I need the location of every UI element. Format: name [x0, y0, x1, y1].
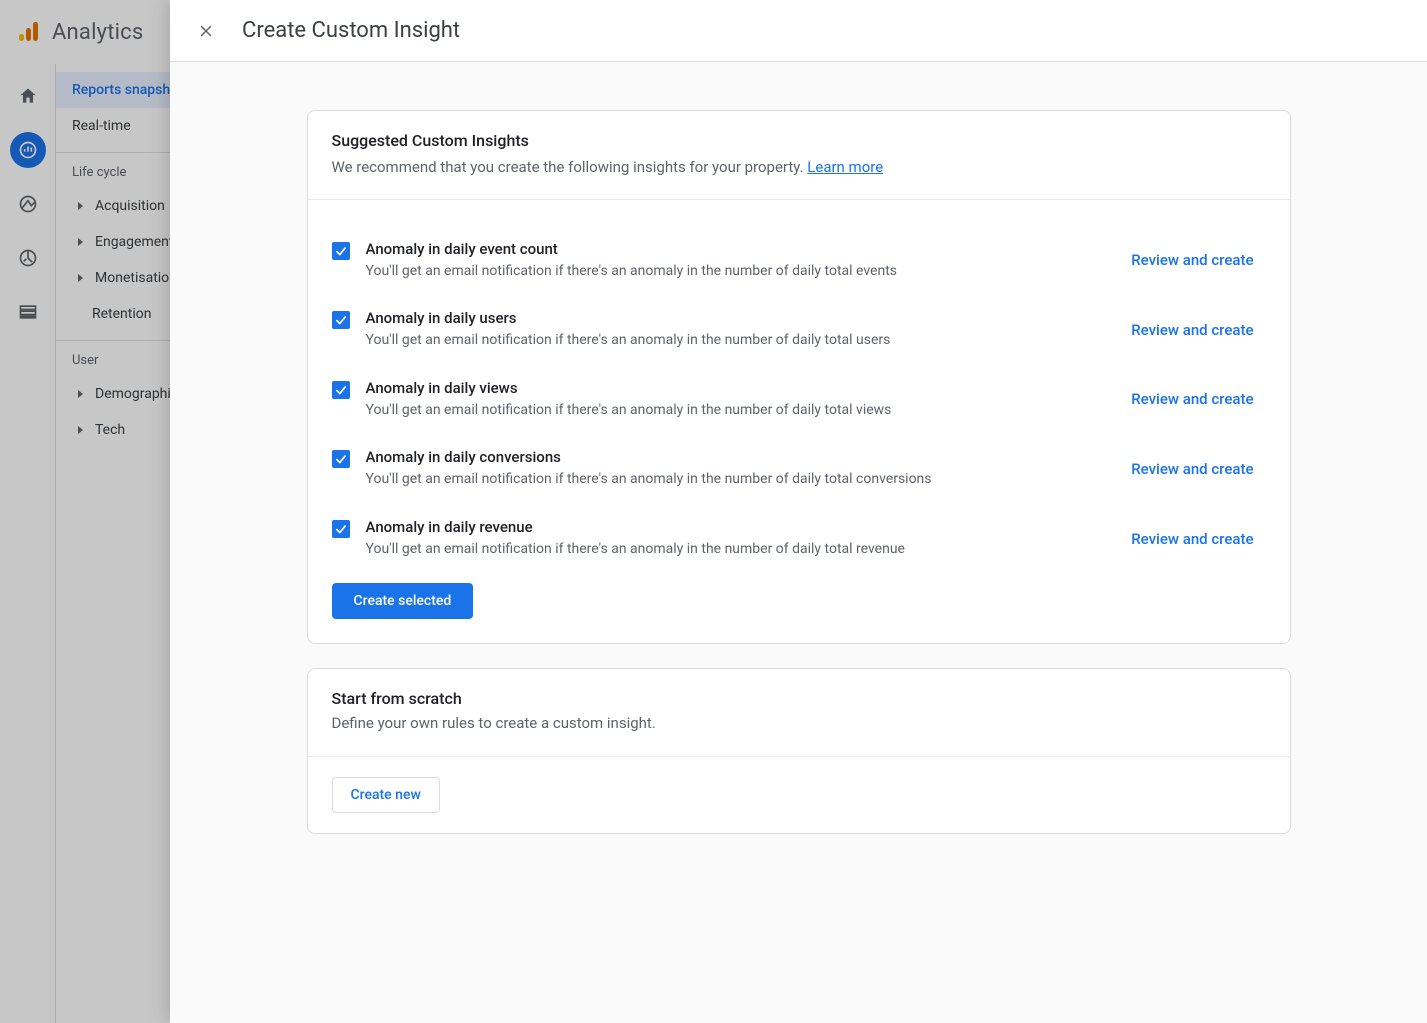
create-new-button[interactable]: Create new: [332, 777, 440, 813]
insight-desc: You'll get an email notification if ther…: [366, 401, 1116, 421]
home-icon[interactable]: [10, 78, 46, 114]
scratch-desc: Define your own rules to create a custom…: [332, 714, 1266, 732]
panel-body: Suggested Custom Insights We recommend t…: [170, 62, 1427, 1023]
review-and-create-link[interactable]: Review and create: [1131, 251, 1265, 269]
scratch-actions: Create new: [308, 756, 1290, 833]
suggested-actions: Create selected: [308, 559, 1290, 643]
insight-list: Anomaly in daily event count You'll get …: [308, 200, 1290, 560]
configure-icon[interactable]: [10, 294, 46, 330]
suggested-subtitle-text: We recommend that you create the followi…: [332, 158, 808, 176]
start-from-scratch-card: Start from scratch Define your own rules…: [307, 668, 1291, 834]
app-header: Analytics: [0, 0, 170, 64]
suggested-insights-card: Suggested Custom Insights We recommend t…: [307, 110, 1291, 644]
insight-title: Anomaly in daily event count: [366, 240, 1116, 258]
review-and-create-link[interactable]: Review and create: [1131, 321, 1265, 339]
suggested-subtitle: We recommend that you create the followi…: [332, 156, 1266, 179]
explore-icon[interactable]: [10, 186, 46, 222]
insight-row-conversions: Anomaly in daily conversions You'll get …: [332, 420, 1266, 490]
insight-text: Anomaly in daily users You'll get an ema…: [366, 309, 1116, 351]
reports-icon[interactable]: [10, 132, 46, 168]
insight-text: Anomaly in daily views You'll get an ema…: [366, 379, 1116, 421]
insight-desc: You'll get an email notification if ther…: [366, 540, 1116, 560]
insight-title: Anomaly in daily views: [366, 379, 1116, 397]
left-icon-rail: [0, 64, 56, 1023]
review-and-create-link[interactable]: Review and create: [1131, 460, 1265, 478]
insight-title: Anomaly in daily conversions: [366, 448, 1116, 466]
panel-header: Create Custom Insight: [170, 0, 1427, 62]
insight-desc: You'll get an email notification if ther…: [366, 331, 1116, 351]
learn-more-link[interactable]: Learn more: [807, 158, 883, 176]
analytics-logo-icon: [16, 20, 40, 44]
suggested-title: Suggested Custom Insights: [332, 131, 1266, 150]
checkbox-conversions[interactable]: [332, 450, 350, 468]
insight-row-event-count: Anomaly in daily event count You'll get …: [332, 212, 1266, 282]
panel-title: Create Custom Insight: [242, 18, 460, 43]
insight-desc: You'll get an email notification if ther…: [366, 470, 1116, 490]
checkbox-revenue[interactable]: [332, 520, 350, 538]
insight-row-revenue: Anomaly in daily revenue You'll get an e…: [332, 490, 1266, 560]
scratch-header: Start from scratch Define your own rules…: [308, 669, 1290, 756]
brand-name: Analytics: [52, 20, 143, 45]
advertising-icon[interactable]: [10, 240, 46, 276]
suggested-header: Suggested Custom Insights We recommend t…: [308, 111, 1290, 200]
insight-title: Anomaly in daily users: [366, 309, 1116, 327]
checkbox-views[interactable]: [332, 381, 350, 399]
review-and-create-link[interactable]: Review and create: [1131, 390, 1265, 408]
insight-row-views: Anomaly in daily views You'll get an ema…: [332, 351, 1266, 421]
insight-title: Anomaly in daily revenue: [366, 518, 1116, 536]
review-and-create-link[interactable]: Review and create: [1131, 530, 1265, 548]
checkbox-users[interactable]: [332, 311, 350, 329]
create-custom-insight-panel: Create Custom Insight Suggested Custom I…: [170, 0, 1427, 1023]
insight-desc: You'll get an email notification if ther…: [366, 262, 1116, 282]
create-selected-button[interactable]: Create selected: [332, 583, 474, 619]
scratch-title: Start from scratch: [332, 689, 1266, 708]
insight-row-users: Anomaly in daily users You'll get an ema…: [332, 281, 1266, 351]
insight-text: Anomaly in daily conversions You'll get …: [366, 448, 1116, 490]
insight-text: Anomaly in daily revenue You'll get an e…: [366, 518, 1116, 560]
insight-text: Anomaly in daily event count You'll get …: [366, 240, 1116, 282]
checkbox-event-count[interactable]: [332, 242, 350, 260]
close-icon[interactable]: [194, 19, 218, 43]
